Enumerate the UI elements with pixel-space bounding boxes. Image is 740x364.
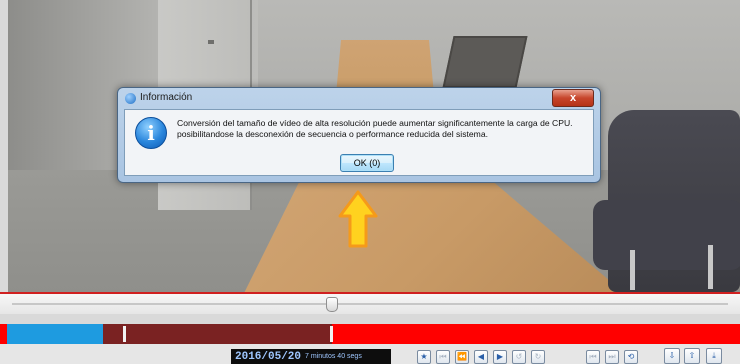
office-chair-seat [593,200,740,270]
chair-leg [708,245,713,289]
refresh-right-icon[interactable]: ↻ [531,350,545,364]
message-line-2: posibilitandose la desconexión de secuen… [177,129,488,139]
dialog-message: Conversión del tamaño de vídeo de alta r… [177,118,589,140]
frame-back-icon[interactable]: ⏪ [455,350,469,364]
sync-icon[interactable]: ⟲ [624,350,638,364]
play-reverse-icon[interactable]: ◀ [474,350,488,364]
slider-thumb[interactable] [326,297,338,312]
recording-timeline[interactable] [0,324,740,344]
information-dialog: Información x i Conversión del tamaño de… [117,87,601,183]
playback-slider[interactable] [0,292,740,314]
timeline-end-marker[interactable] [330,326,333,342]
close-button[interactable]: x [552,89,594,107]
timeline-selected-range[interactable] [7,324,103,344]
bottom-control-bar: 2016/05/20 7 minutos 40 segs ★ ⏮ ⏪ ◀ ▶ ↺… [0,344,740,364]
skip-start-icon[interactable]: ⏮ [436,350,450,364]
datetime-display: 2016/05/20 7 minutos 40 segs [231,349,391,364]
desk-tray [442,36,528,88]
chair-leg [630,250,635,290]
info-icon: i [135,117,167,149]
refresh-left-icon[interactable]: ↺ [512,350,526,364]
prev-event-icon[interactable]: ⏮ [586,350,600,364]
timeline-start-marker[interactable] [123,326,126,342]
play-icon[interactable]: ▶ [493,350,507,364]
dialog-title: Información [140,92,193,103]
timeline-recorded-range[interactable] [103,324,332,344]
slider-track[interactable] [12,303,728,305]
date-label: 2016/05/20 [235,350,302,363]
export-icon[interactable]: ⤓ [706,348,722,364]
zoom-out-timeline-icon[interactable]: ⇧ [684,348,700,364]
bookmark-star-icon[interactable]: ★ [417,350,431,364]
dialog-body: i Conversión del tamaño de vídeo de alta… [124,109,594,176]
app-icon [125,93,136,104]
next-event-icon[interactable]: ⏭ [605,350,619,364]
elapsed-label: 7 minutos 40 segs [305,353,362,360]
dialog-titlebar[interactable]: Información x [118,88,600,108]
message-line-1: Conversión del tamaño de vídeo de alta r… [177,118,573,128]
ok-button[interactable]: OK (0) [340,154,394,172]
up-arrow-annotation-icon [338,190,378,248]
zoom-in-timeline-icon[interactable]: ⇩ [664,348,680,364]
